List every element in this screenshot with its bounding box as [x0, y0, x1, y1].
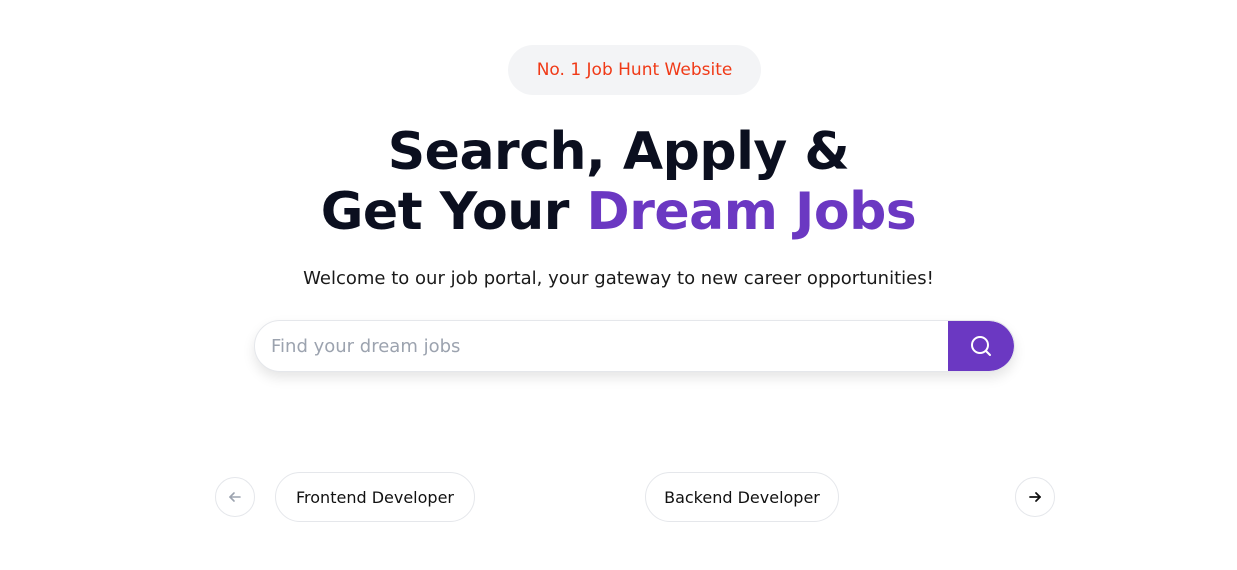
search-bar	[254, 320, 1015, 372]
carousel-next-button[interactable]	[1015, 477, 1055, 517]
arrow-right-icon	[1029, 492, 1041, 502]
hero-section: No. 1 Job Hunt Website Search, Apply & G…	[0, 0, 1237, 570]
arrow-left-icon	[229, 492, 241, 502]
hero-badge: No. 1 Job Hunt Website	[508, 45, 761, 95]
carousel-prev-button[interactable]	[215, 477, 255, 517]
hero-subtitle: Welcome to our job portal, your gateway …	[303, 268, 934, 289]
headline-line-2-prefix: Get Your	[320, 182, 587, 242]
headline-line-1: Search, Apply &	[387, 122, 850, 182]
category-chip-backend-developer[interactable]: Backend Developer	[645, 472, 839, 522]
headline-line-2: Get Your Dream Jobs	[0, 182, 1237, 242]
headline-accent: Dream Jobs	[586, 182, 917, 242]
hero-headline: Search, Apply & Get Your Dream Jobs	[0, 122, 1237, 242]
search-input[interactable]	[255, 321, 948, 371]
search-button[interactable]	[948, 321, 1014, 371]
search-icon	[971, 336, 991, 356]
category-chip-frontend-developer[interactable]: Frontend Developer	[275, 472, 475, 522]
